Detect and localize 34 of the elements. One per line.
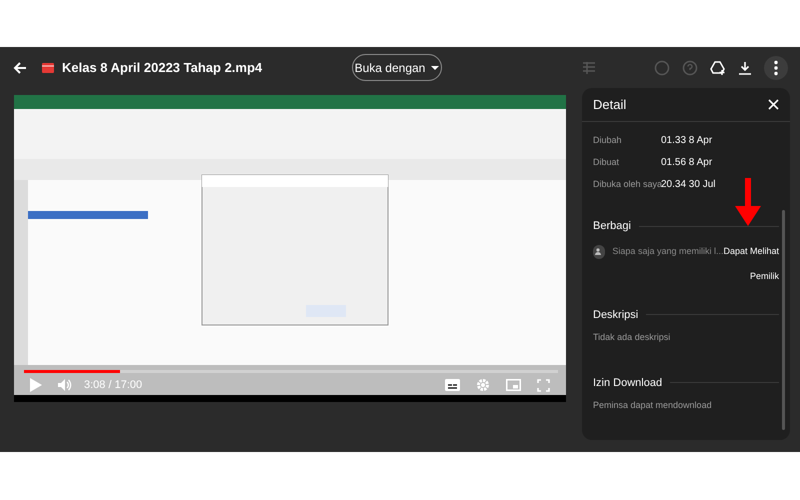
property-value: 01.33 8 Apr [661,134,712,148]
play-icon[interactable] [30,378,42,392]
back-icon[interactable] [12,60,28,76]
fullscreen-icon[interactable] [537,378,550,392]
share-role: Pemilik [750,270,779,283]
volume-icon[interactable] [58,378,72,392]
time-display: 3:08 / 17:00 [84,378,142,393]
settings-icon[interactable] [476,378,490,392]
download-icon[interactable] [738,60,752,74]
property-value: 01.56 8 Apr [661,156,712,170]
panel-title: Detail [593,96,626,114]
section-heading: Deskripsi [593,308,638,322]
section-heading: Berbagi [593,219,631,234]
share-audience: Siapa saja yang memiliki l... [612,244,724,258]
subtitles-icon[interactable] [445,379,460,391]
annotation-arrow-drawing [735,178,761,226]
add-to-drive-icon[interactable] [710,60,726,76]
share-role: Dapat Melihat [723,244,779,258]
file-title: Kelas 8 April 20223 Tahap 2.mp4 [62,58,262,77]
scrollbar-thumb[interactable] [782,210,785,430]
open-with-button[interactable]: Buka dengan [352,54,442,81]
people-icon [593,244,606,258]
section-text: Tidak ada deskripsi [593,331,672,344]
property-label: Dibuat [593,156,620,169]
property-label: Dibuka oleh saya [593,178,661,191]
section-text: Peminsa dapat mendownload [593,399,713,412]
miniplayer-icon[interactable] [506,379,521,391]
dropdown-caret-icon [431,66,440,70]
video-file-icon [42,62,54,72]
more-icon[interactable] [764,56,788,80]
property-label: Diubah [593,134,623,147]
section-heading: Izin Download [593,376,662,390]
close-icon[interactable] [768,99,779,110]
property-value: 20.34 30 Jul [661,178,716,192]
